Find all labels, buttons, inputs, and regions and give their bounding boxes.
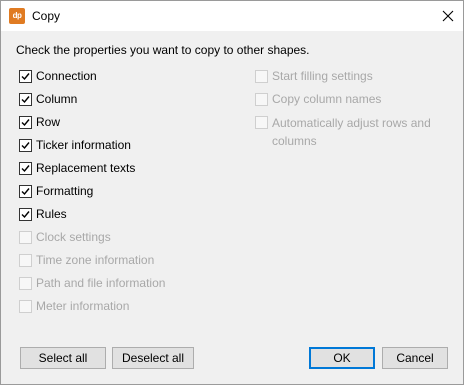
checkbox-box[interactable] bbox=[19, 253, 32, 267]
checkbox-label: Replacement texts bbox=[36, 161, 136, 175]
checkbox-box[interactable] bbox=[19, 207, 32, 221]
checkbox-label: Clock settings bbox=[36, 230, 111, 244]
checkmark-icon bbox=[21, 187, 30, 195]
checkbox-path-file-information[interactable]: Path and file information bbox=[19, 275, 165, 291]
checkbox-box[interactable] bbox=[19, 184, 32, 198]
checkbox-label: Automatically adjust rows and columns bbox=[272, 116, 431, 148]
checkbox-copy-column-names[interactable]: Copy column names bbox=[255, 91, 381, 107]
checkbox-label: Ticker information bbox=[36, 138, 131, 152]
checkmark-icon bbox=[21, 164, 30, 172]
checkbox-box[interactable] bbox=[19, 115, 32, 129]
close-button[interactable] bbox=[433, 1, 463, 31]
checkmark-icon bbox=[21, 141, 30, 149]
checkmark-icon bbox=[21, 210, 30, 218]
checkmark-icon bbox=[21, 95, 30, 103]
checkbox-box[interactable] bbox=[19, 230, 32, 244]
app-logo-icon: dp bbox=[9, 8, 25, 24]
checkbox-column[interactable]: Column bbox=[19, 91, 77, 107]
checkbox-box[interactable] bbox=[255, 92, 268, 106]
copy-dialog: dp Copy Check the properties you want to… bbox=[0, 0, 464, 385]
checkbox-box[interactable] bbox=[19, 299, 32, 313]
checkbox-label: Time zone information bbox=[36, 253, 155, 267]
checkbox-clock-settings[interactable]: Clock settings bbox=[19, 229, 111, 245]
checkbox-rules[interactable]: Rules bbox=[19, 206, 67, 222]
checkbox-label: Meter information bbox=[36, 299, 130, 313]
checkbox-label: Path and file information bbox=[36, 276, 166, 290]
checkbox-box[interactable] bbox=[255, 69, 268, 83]
checkmark-icon bbox=[21, 118, 30, 126]
checkbox-label: Connection bbox=[36, 69, 97, 83]
ok-button[interactable]: OK bbox=[309, 347, 375, 369]
checkbox-meter-information[interactable]: Meter information bbox=[19, 298, 129, 314]
checkbox-connection[interactable]: Connection bbox=[19, 68, 97, 84]
checkbox-time-zone-information[interactable]: Time zone information bbox=[19, 252, 154, 268]
checkbox-box[interactable] bbox=[19, 69, 32, 83]
checkbox-box[interactable] bbox=[255, 116, 268, 129]
title-bar: dp Copy bbox=[1, 1, 463, 31]
checkbox-box[interactable] bbox=[19, 276, 32, 290]
checkmark-icon bbox=[21, 72, 30, 80]
checkbox-auto-adjust-rows-columns[interactable]: Automatically adjust rows and columns bbox=[255, 114, 445, 150]
instruction-text: Check the properties you want to copy to… bbox=[16, 43, 310, 57]
select-all-button[interactable]: Select all bbox=[20, 347, 106, 369]
cancel-button[interactable]: Cancel bbox=[382, 347, 448, 369]
checkbox-label: Formatting bbox=[36, 184, 94, 198]
checkbox-label: Copy column names bbox=[272, 92, 382, 106]
checkbox-formatting[interactable]: Formatting bbox=[19, 183, 93, 199]
checkbox-box[interactable] bbox=[19, 161, 32, 175]
checkbox-replacement-texts[interactable]: Replacement texts bbox=[19, 160, 135, 176]
dialog-title: Copy bbox=[32, 9, 61, 23]
deselect-all-button[interactable]: Deselect all bbox=[112, 347, 194, 369]
checkbox-start-filling-settings[interactable]: Start filling settings bbox=[255, 68, 373, 84]
checkbox-box[interactable] bbox=[19, 92, 32, 106]
checkbox-box[interactable] bbox=[19, 138, 32, 152]
checkbox-label: Rules bbox=[36, 207, 67, 221]
close-icon bbox=[442, 10, 454, 22]
checkbox-label: Row bbox=[36, 115, 61, 129]
checkbox-label: Start filling settings bbox=[272, 69, 373, 83]
checkbox-row[interactable]: Row bbox=[19, 114, 60, 130]
checkbox-ticker-information[interactable]: Ticker information bbox=[19, 137, 131, 153]
checkbox-label: Column bbox=[36, 92, 78, 106]
